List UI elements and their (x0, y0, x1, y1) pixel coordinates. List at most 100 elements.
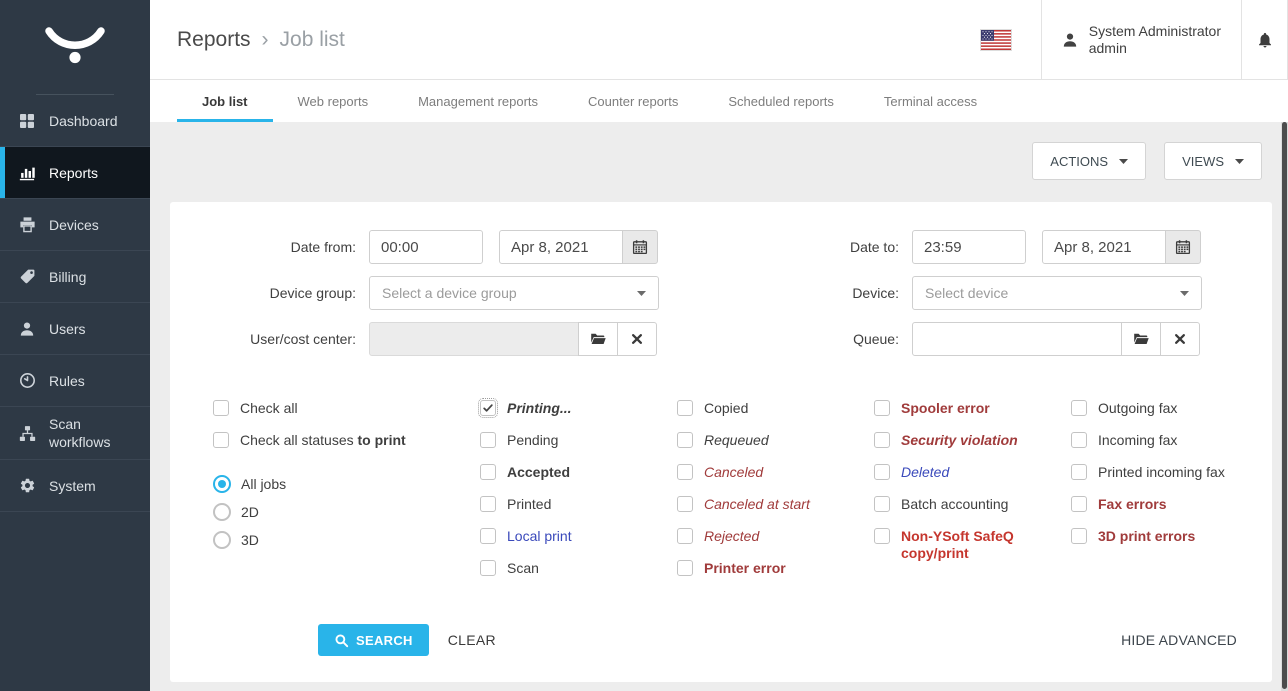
radio[interactable] (213, 503, 231, 521)
breadcrumb-section[interactable]: Reports (177, 28, 251, 52)
check-all-option[interactable]: Check all (213, 400, 480, 417)
status-option[interactable]: Canceled (677, 464, 874, 481)
status-option[interactable]: Deleted (874, 464, 1071, 481)
user-cost-center-browse-button[interactable] (578, 322, 618, 356)
tab-scheduled-reports[interactable]: Scheduled reports (703, 80, 859, 122)
status-option[interactable]: Batch accounting (874, 496, 1071, 513)
job-type-option[interactable]: 3D (213, 531, 480, 549)
time-to-input[interactable] (912, 230, 1026, 264)
tab-counter-reports[interactable]: Counter reports (563, 80, 703, 122)
device-group-select[interactable]: Select a device group (369, 276, 659, 310)
checkbox[interactable] (480, 496, 496, 512)
user-menu[interactable]: System Administrator admin (1041, 0, 1241, 79)
status-option[interactable]: Local print (480, 528, 677, 545)
tab-job-list[interactable]: Job list (177, 80, 273, 122)
queue-clear-button[interactable] (1160, 322, 1200, 356)
checkbox[interactable] (480, 432, 496, 448)
status-option[interactable]: Rejected (677, 528, 874, 545)
checkbox[interactable] (874, 528, 890, 544)
sidebar-item-reports[interactable]: Reports (0, 147, 150, 199)
checkbox[interactable] (677, 464, 693, 480)
user-cost-center-clear-button[interactable] (617, 322, 657, 356)
status-label: Printer error (704, 560, 786, 577)
status-option[interactable]: Printer error (677, 560, 874, 577)
checkbox[interactable] (480, 528, 496, 544)
checkbox[interactable] (1071, 464, 1087, 480)
checkbox[interactable] (874, 496, 890, 512)
date-to-input[interactable] (1042, 230, 1166, 264)
checkbox[interactable] (874, 432, 890, 448)
job-type-option[interactable]: All jobs (213, 475, 480, 493)
date-from-input[interactable] (499, 230, 623, 264)
status-option[interactable]: Non-YSoft SafeQ copy/print (874, 528, 1071, 562)
checkbox[interactable] (677, 432, 693, 448)
tab-terminal-access[interactable]: Terminal access (859, 80, 1002, 122)
check-all-statuses-option[interactable]: Check all statuses to print (213, 432, 480, 449)
status-label: Spooler error (901, 400, 990, 417)
status-label: Fax errors (1098, 496, 1166, 513)
checkbox[interactable] (874, 400, 890, 416)
status-option[interactable]: Security violation (874, 432, 1071, 449)
language-selector[interactable] (951, 0, 1041, 79)
status-option[interactable]: Copied (677, 400, 874, 417)
sidebar-item-billing[interactable]: Billing (0, 251, 150, 303)
queue-input[interactable] (912, 322, 1122, 356)
checkbox-checked[interactable] (480, 400, 496, 416)
status-option[interactable]: Printing... (480, 400, 677, 417)
checkbox[interactable] (213, 400, 229, 416)
checkbox[interactable] (874, 464, 890, 480)
hide-advanced-link[interactable]: HIDE ADVANCED (1121, 632, 1237, 648)
checkbox[interactable] (677, 528, 693, 544)
status-option[interactable]: Printed incoming fax (1071, 464, 1225, 481)
status-option[interactable]: Requeued (677, 432, 874, 449)
date-to-calendar-button[interactable] (1165, 230, 1201, 264)
scrollbar-thumb[interactable] (1282, 122, 1287, 689)
device-select[interactable]: Select device (912, 276, 1202, 310)
user-cost-center-input[interactable] (369, 322, 579, 356)
sidebar-item-scan-workflows[interactable]: Scan workflows (0, 407, 150, 460)
status-option[interactable]: Outgoing fax (1071, 400, 1225, 417)
status-option[interactable]: Pending (480, 432, 677, 449)
status-option[interactable]: Incoming fax (1071, 432, 1225, 449)
sidebar-item-users[interactable]: Users (0, 303, 150, 355)
checkbox[interactable] (677, 496, 693, 512)
scrollbar[interactable] (1281, 122, 1288, 691)
checkbox[interactable] (1071, 496, 1087, 512)
calendar-icon (632, 239, 648, 255)
status-option[interactable]: 3D print errors (1071, 528, 1225, 545)
checkbox[interactable] (1071, 528, 1087, 544)
checkbox[interactable] (677, 560, 693, 576)
checkbox[interactable] (677, 400, 693, 416)
sidebar-item-devices[interactable]: Devices (0, 199, 150, 251)
checkbox[interactable] (480, 464, 496, 480)
radio-selected[interactable] (213, 475, 231, 493)
status-option[interactable]: Spooler error (874, 400, 1071, 417)
search-button[interactable]: SEARCH (318, 624, 429, 656)
status-option[interactable]: Printed (480, 496, 677, 513)
queue-browse-button[interactable] (1121, 322, 1161, 356)
status-label: Requeued (704, 432, 769, 449)
checkbox[interactable] (213, 432, 229, 448)
clear-button[interactable]: CLEAR (448, 632, 496, 648)
tab-web-reports[interactable]: Web reports (273, 80, 394, 122)
checkbox[interactable] (480, 560, 496, 576)
job-type-option[interactable]: 2D (213, 503, 480, 521)
status-option[interactable]: Fax errors (1071, 496, 1225, 513)
tab-management-reports[interactable]: Management reports (393, 80, 563, 122)
status-option[interactable]: Canceled at start (677, 496, 874, 513)
notifications-button[interactable] (1241, 0, 1288, 79)
status-column: Printing... Pending Accepted Printed Local p… (480, 400, 677, 592)
status-option[interactable]: Scan (480, 560, 677, 577)
status-option[interactable]: Accepted (480, 464, 677, 481)
views-dropdown-button[interactable]: VIEWS (1164, 142, 1262, 180)
sidebar-item-dashboard[interactable]: Dashboard (0, 95, 150, 147)
sidebar-item-rules[interactable]: Rules (0, 355, 150, 407)
checkbox[interactable] (1071, 432, 1087, 448)
actions-dropdown-button[interactable]: ACTIONS (1032, 142, 1146, 180)
checkbox[interactable] (1071, 400, 1087, 416)
radio[interactable] (213, 531, 231, 549)
date-from-calendar-button[interactable] (622, 230, 658, 264)
sidebar-item-system[interactable]: System (0, 460, 150, 512)
time-from-input[interactable] (369, 230, 483, 264)
ysoft-logo[interactable] (0, 0, 150, 94)
